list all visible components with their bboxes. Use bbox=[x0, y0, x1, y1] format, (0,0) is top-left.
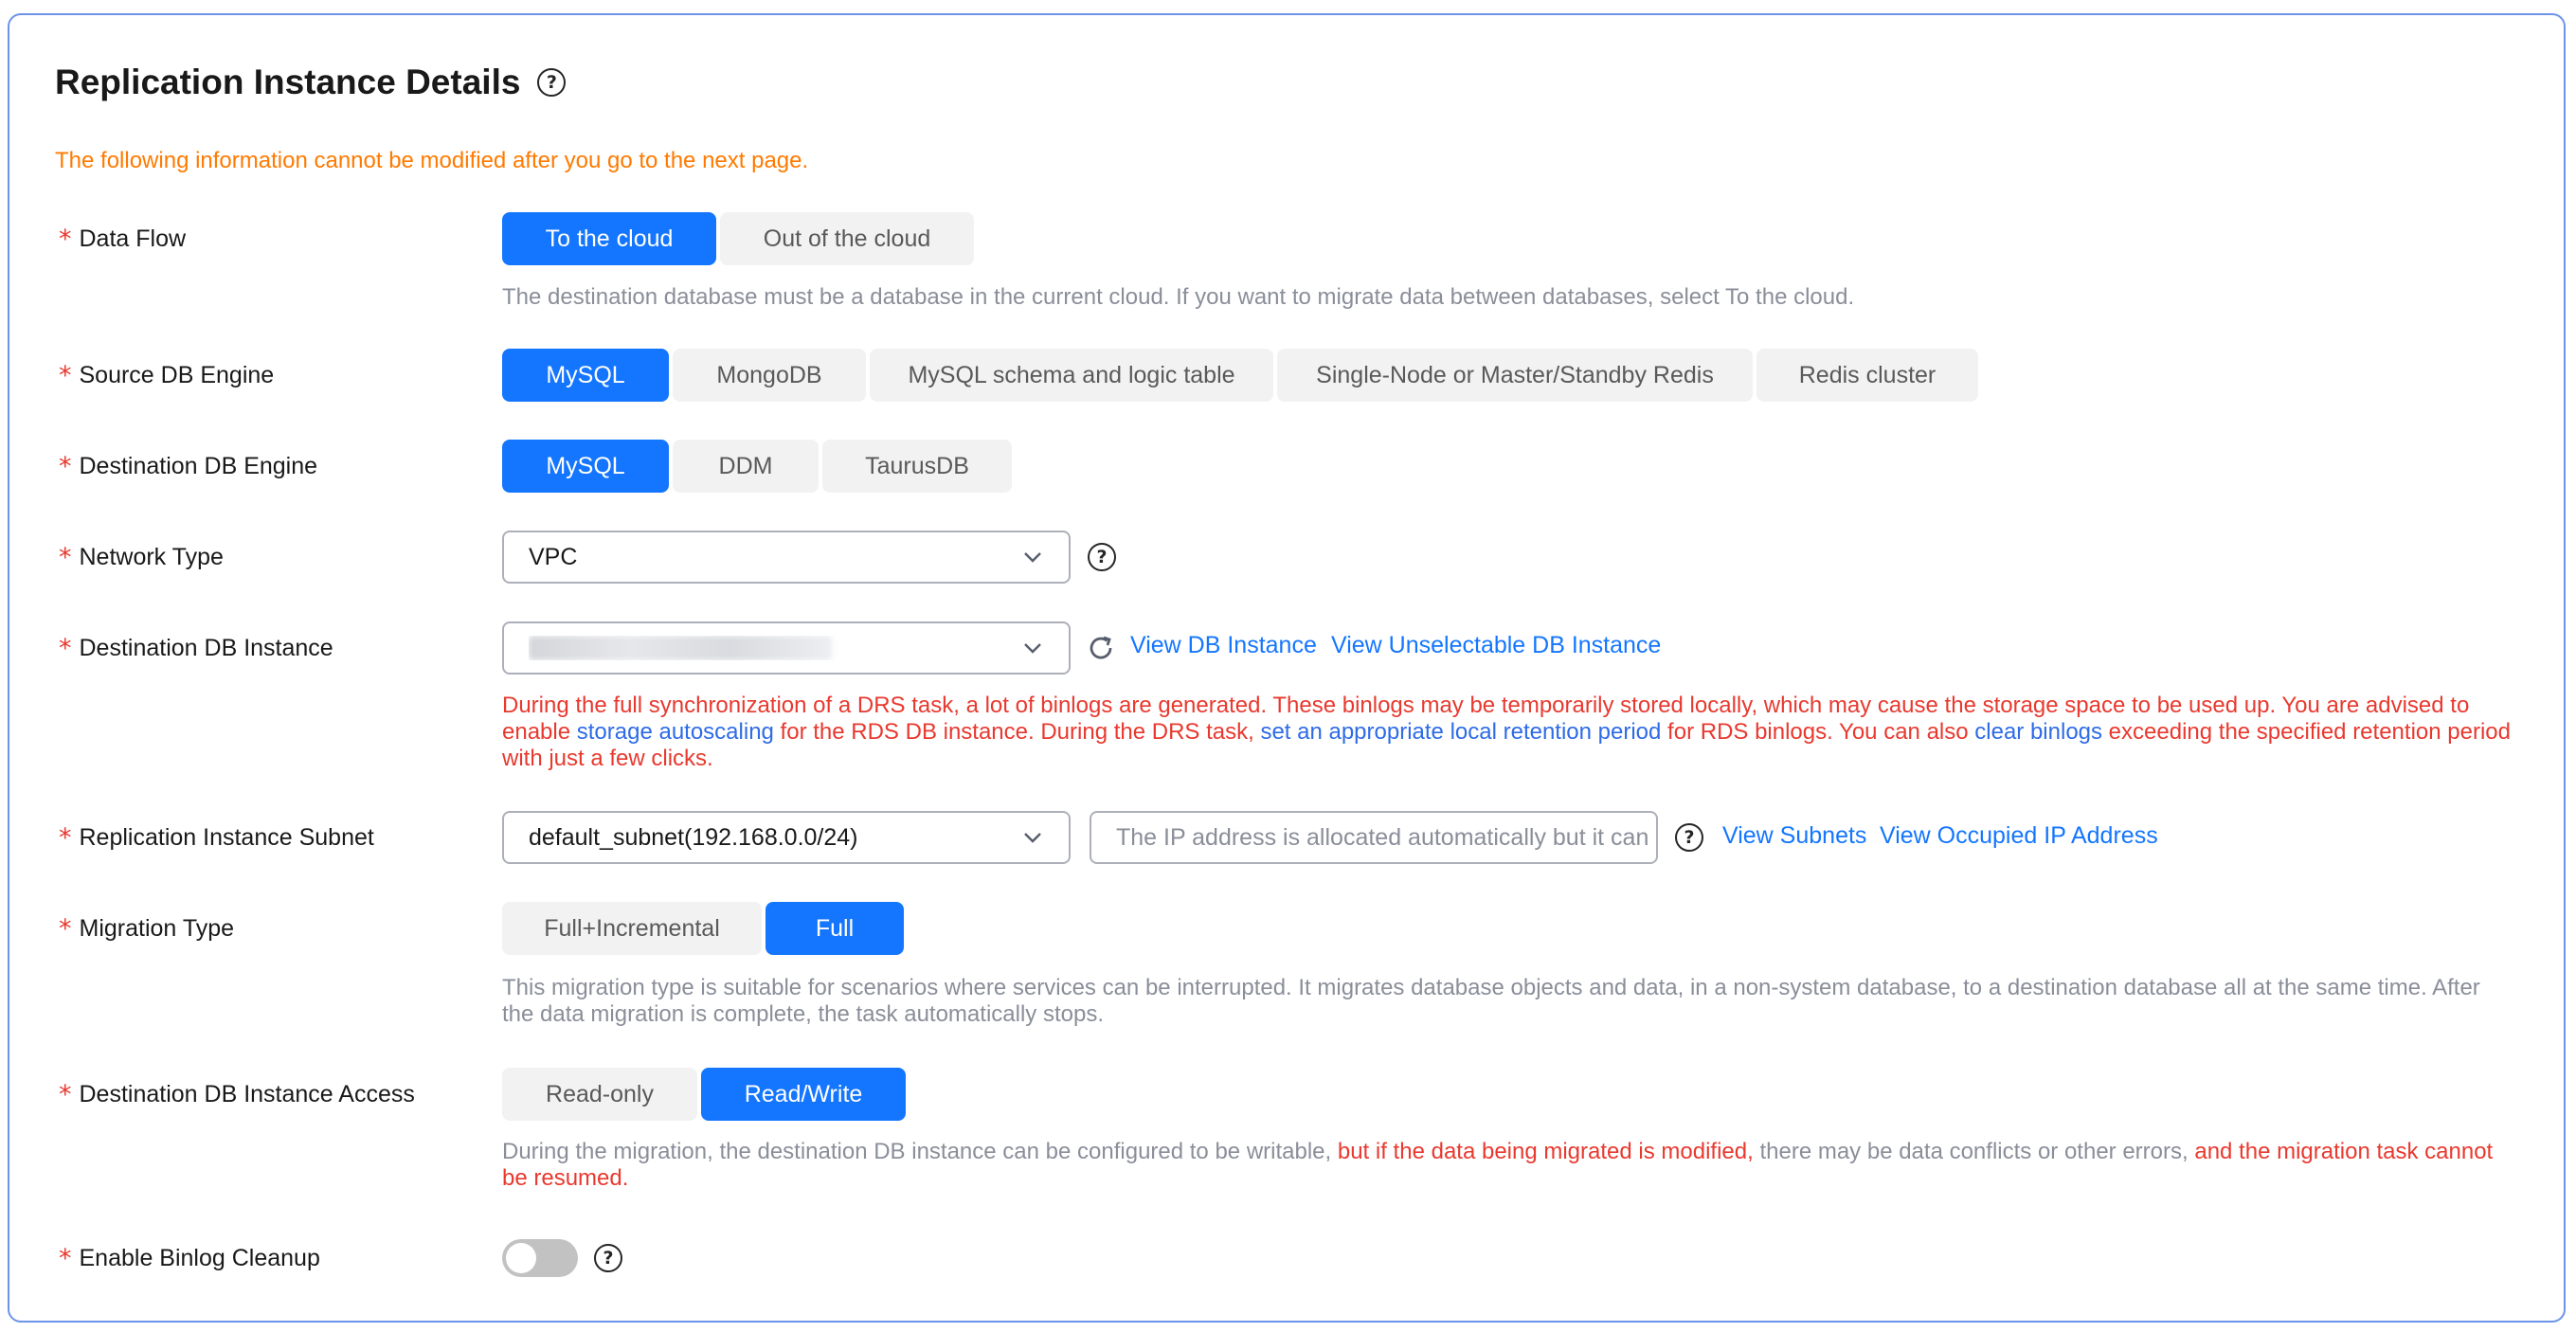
subnet-help-icon[interactable]: ? bbox=[1675, 823, 1703, 852]
dest-instance-label: * Destination DB Instance bbox=[59, 633, 333, 663]
network-type-select[interactable]: VPC bbox=[502, 531, 1071, 584]
option-out-of-the-cloud[interactable]: Out of the cloud bbox=[720, 212, 974, 265]
refresh-icon[interactable] bbox=[1086, 633, 1116, 663]
access-label: * Destination DB Instance Access bbox=[59, 1079, 415, 1109]
blurred-instance-name bbox=[529, 636, 832, 660]
source-engine-selector: MySQL MongoDB MySQL schema and logic tab… bbox=[502, 349, 1978, 402]
modify-warning: The following information cannot be modi… bbox=[55, 148, 809, 173]
migration-type-label: * Migration Type bbox=[59, 913, 235, 944]
source-option-redis-single[interactable]: Single-Node or Master/Standby Redis bbox=[1277, 349, 1753, 402]
source-option-mysql[interactable]: MySQL bbox=[502, 349, 669, 402]
toggle-knob bbox=[506, 1243, 536, 1273]
ip-address-input[interactable]: The IP address is allocated automaticall… bbox=[1090, 811, 1658, 864]
view-subnets-link[interactable]: View Subnets bbox=[1722, 822, 1866, 850]
source-option-redis-cluster[interactable]: Redis cluster bbox=[1756, 349, 1978, 402]
required-asterisk-icon: * bbox=[59, 360, 72, 390]
binlog-warning: During the full synchronization of a DRS… bbox=[502, 693, 2511, 771]
access-selector: Read-only Read/Write bbox=[502, 1068, 906, 1121]
option-to-the-cloud[interactable]: To the cloud bbox=[502, 212, 716, 265]
option-full[interactable]: Full bbox=[766, 902, 904, 955]
storage-autoscaling-link[interactable]: storage autoscaling bbox=[577, 719, 774, 745]
binlog-cleanup-label: * Enable Binlog Cleanup bbox=[59, 1243, 320, 1273]
dest-engine-label: * Destination DB Engine bbox=[59, 451, 318, 481]
required-asterisk-icon: * bbox=[59, 1243, 72, 1273]
required-asterisk-icon: * bbox=[59, 542, 72, 572]
required-asterisk-icon: * bbox=[59, 451, 72, 481]
source-option-mysql-schema[interactable]: MySQL schema and logic table bbox=[870, 349, 1273, 402]
migration-type-selector: Full+Incremental Full bbox=[502, 902, 904, 955]
migration-type-hint: This migration type is suitable for scen… bbox=[502, 975, 2480, 1027]
help-icon[interactable]: ? bbox=[537, 68, 567, 97]
clear-binlogs-link[interactable]: clear binlogs bbox=[1974, 719, 2102, 745]
required-asterisk-icon: * bbox=[59, 224, 72, 254]
dest-engine-selector: MySQL DDM TaurusDB bbox=[502, 440, 1012, 493]
data-flow-selector: To the cloud Out of the cloud bbox=[502, 212, 974, 265]
network-type-label: * Network Type bbox=[59, 542, 224, 572]
source-engine-label: * Source DB Engine bbox=[59, 360, 275, 390]
subnet-label: * Replication Instance Subnet bbox=[59, 822, 374, 853]
access-hint: During the migration, the destination DB… bbox=[502, 1139, 2494, 1191]
required-asterisk-icon: * bbox=[59, 1079, 72, 1109]
retention-period-link[interactable]: set an appropriate local retention perio… bbox=[1260, 719, 1661, 745]
option-read-write[interactable]: Read/Write bbox=[701, 1068, 906, 1121]
data-flow-hint: The destination database must be a datab… bbox=[502, 284, 1855, 310]
dest-option-mysql[interactable]: MySQL bbox=[502, 440, 669, 493]
data-flow-label: * Data Flow bbox=[59, 224, 187, 254]
dest-option-taurusdb[interactable]: TaurusDB bbox=[822, 440, 1012, 493]
source-option-mongodb[interactable]: MongoDB bbox=[673, 349, 866, 402]
chevron-down-icon bbox=[1024, 643, 1041, 654]
dest-instance-select[interactable] bbox=[502, 621, 1071, 675]
dest-option-ddm[interactable]: DDM bbox=[673, 440, 819, 493]
binlog-cleanup-toggle[interactable] bbox=[502, 1239, 578, 1277]
replication-details-panel bbox=[8, 13, 2566, 1323]
view-db-instance-link[interactable]: View DB Instance bbox=[1130, 632, 1317, 659]
page-title: Replication Instance Details ? bbox=[55, 63, 567, 102]
option-full-incremental[interactable]: Full+Incremental bbox=[502, 902, 762, 955]
chevron-down-icon bbox=[1024, 552, 1041, 563]
binlog-cleanup-help-icon[interactable]: ? bbox=[594, 1244, 622, 1272]
view-occupied-ip-link[interactable]: View Occupied IP Address bbox=[1880, 822, 2158, 850]
required-asterisk-icon: * bbox=[59, 913, 72, 944]
option-read-only[interactable]: Read-only bbox=[502, 1068, 697, 1121]
required-asterisk-icon: * bbox=[59, 633, 72, 663]
network-type-help-icon[interactable]: ? bbox=[1088, 543, 1116, 571]
required-asterisk-icon: * bbox=[59, 822, 72, 853]
view-unselectable-instance-link[interactable]: View Unselectable DB Instance bbox=[1331, 632, 1661, 659]
subnet-select[interactable]: default_subnet(192.168.0.0/24) bbox=[502, 811, 1071, 864]
chevron-down-icon bbox=[1024, 833, 1041, 843]
